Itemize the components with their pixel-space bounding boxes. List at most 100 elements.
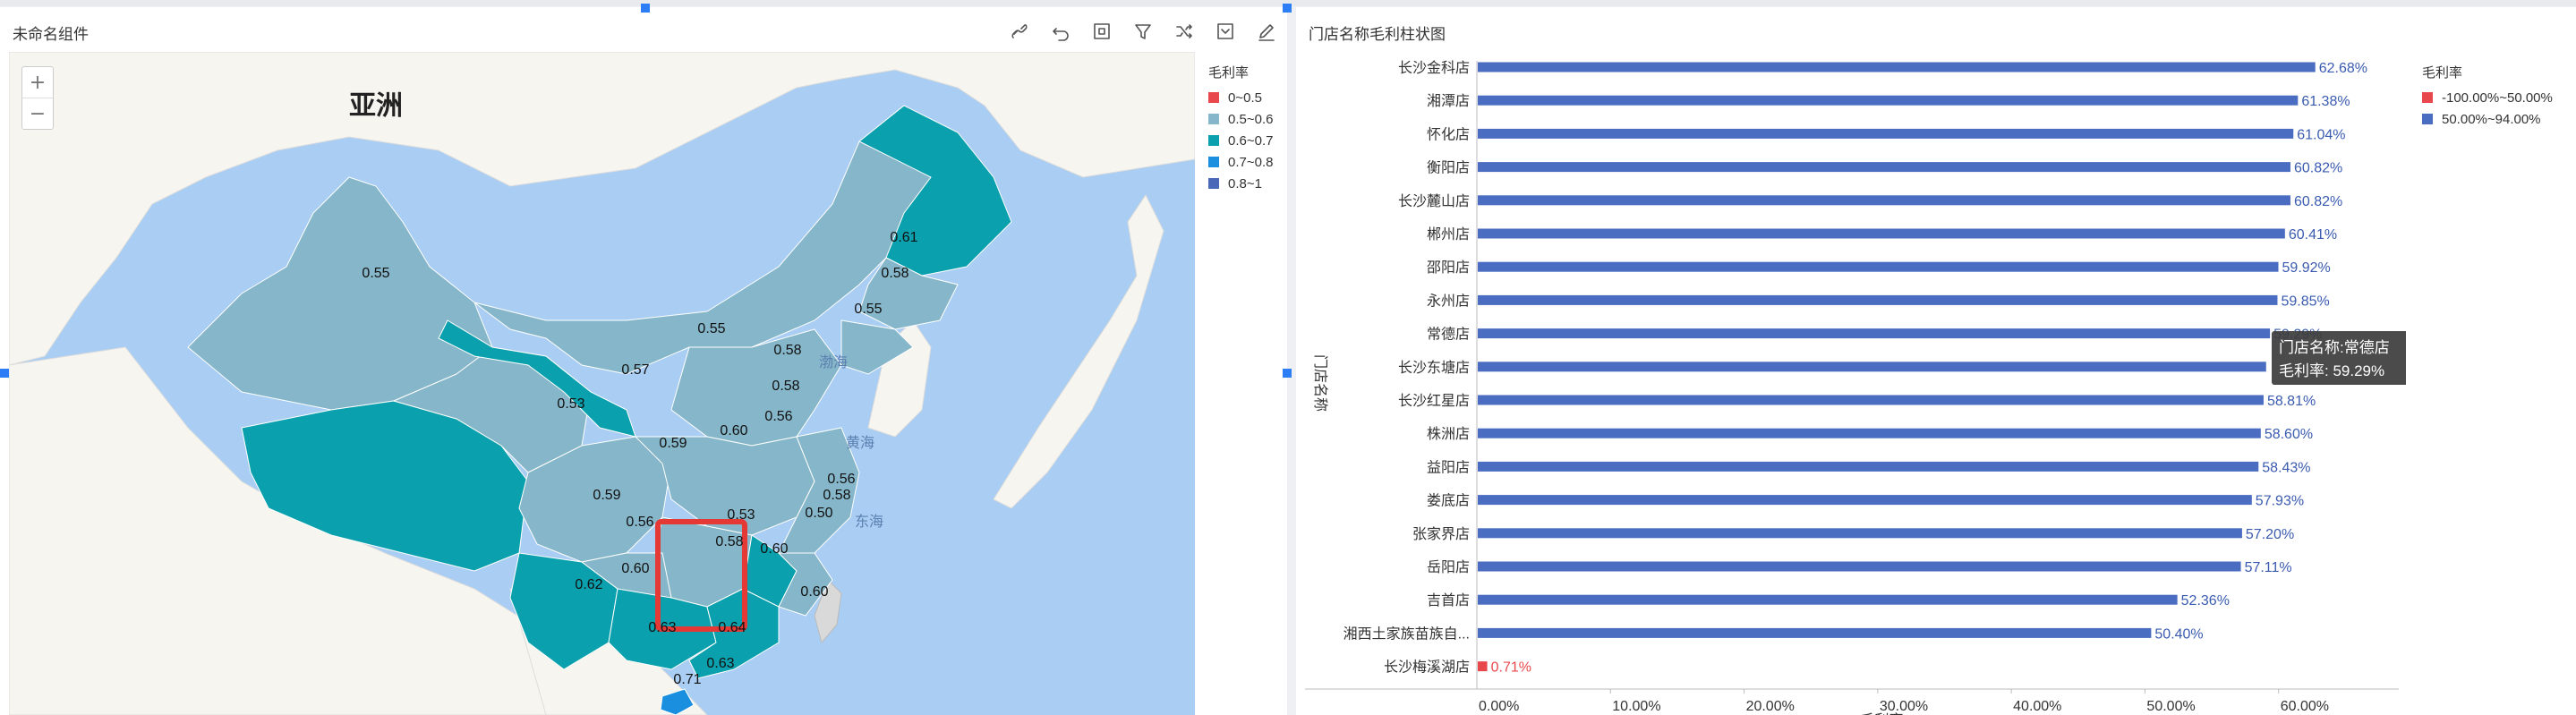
category-label: 吉首店 xyxy=(1427,592,1470,609)
linkage-button[interactable] xyxy=(999,20,1040,43)
bar-legend-item[interactable]: 50.00%~94.00% xyxy=(2422,108,2553,130)
shuffle-button[interactable] xyxy=(1164,20,1205,43)
province-value-label: 0.56 xyxy=(626,515,653,530)
zoom-in-button[interactable]: + xyxy=(22,67,53,98)
province-value-label: 0.55 xyxy=(362,266,389,281)
undo-icon xyxy=(1053,28,1069,41)
fullscreen-icon xyxy=(1094,23,1110,39)
bar-value-label: 61.04% xyxy=(2297,127,2345,142)
bar[interactable] xyxy=(1478,362,2266,372)
bar[interactable] xyxy=(1478,561,2241,572)
province-value-label: 0.62 xyxy=(575,577,602,592)
category-label: 长沙梅溪湖店 xyxy=(1384,660,1470,676)
x-tick-label: 30.00% xyxy=(1880,699,1928,714)
bar[interactable] xyxy=(1478,261,2279,272)
tooltip-line-2: 毛利率: 59.29% xyxy=(2279,362,2384,379)
resize-handle-top-right[interactable] xyxy=(1283,4,1292,13)
land-russia xyxy=(9,52,1195,366)
bar[interactable] xyxy=(1478,95,2299,106)
map-legend-item[interactable]: 0.6~0.7 xyxy=(1208,130,1273,151)
province-value-label: 0.58 xyxy=(823,488,850,503)
bar[interactable] xyxy=(1478,395,2264,405)
linkage-icon xyxy=(1011,24,1028,38)
province-value-label: 0.53 xyxy=(557,396,584,412)
bar[interactable] xyxy=(1478,495,2252,506)
bar-value-label: 50.40% xyxy=(2154,626,2203,642)
tooltip-line-1: 门店名称:常德店 xyxy=(2279,339,2390,356)
bar-value-label: 62.68% xyxy=(2319,61,2367,76)
category-label: 怀化店 xyxy=(1427,126,1470,142)
bar-legend-item[interactable]: -100.00%~50.00% xyxy=(2422,87,2553,108)
legend-swatch xyxy=(2422,92,2433,103)
dropdown-icon xyxy=(1217,23,1233,39)
bar[interactable] xyxy=(1478,128,2294,139)
sea-label: 渤海 xyxy=(819,354,848,370)
map-legend-item[interactable]: 0.5~0.6 xyxy=(1208,108,1273,130)
province-value-label: 0.53 xyxy=(727,507,755,523)
bar-value-label: 58.81% xyxy=(2267,394,2316,409)
legend-swatch xyxy=(1208,178,1219,189)
undo-button[interactable] xyxy=(1040,20,1081,43)
category-label: 长沙麓山店 xyxy=(1398,193,1470,209)
bar-chart-widget[interactable]: 门店名称毛利柱状图 0.00% 10.00% 20.00% 30.00% 40.00% 5… xyxy=(1296,7,2576,715)
province-xinjiang xyxy=(187,176,493,411)
category-label: 张家界店 xyxy=(1412,526,1470,542)
y-axis-title: 门店名称 xyxy=(1312,354,1328,412)
bar-chart[interactable]: 0.00% 10.00% 20.00% 30.00% 40.00% 50.00% 60.00… xyxy=(1296,7,2406,715)
bar[interactable] xyxy=(1478,627,2152,638)
x-tick-label: 10.00% xyxy=(1612,699,1660,714)
bar[interactable] xyxy=(1478,62,2316,72)
china-map[interactable]: 亚洲 渤海黄海东海 0.55 0.61 0.58 0.55 0.55 0.58 0.57 0.… xyxy=(9,52,1195,715)
sea-label: 黄海 xyxy=(846,435,874,451)
province-value-label: 0.61 xyxy=(890,230,917,245)
fullscreen-button[interactable] xyxy=(1081,20,1122,43)
resize-handle-right[interactable] xyxy=(1283,369,1292,378)
x-tick-label: 40.00% xyxy=(2013,699,2061,714)
category-label: 常德店 xyxy=(1427,327,1470,343)
bar[interactable] xyxy=(1478,195,2290,206)
province-value-label: 0.56 xyxy=(764,409,792,424)
zoom-out-button[interactable]: − xyxy=(22,98,53,129)
filter-button[interactable] xyxy=(1122,20,1164,43)
bar[interactable] xyxy=(1478,594,2178,605)
resize-handle-left[interactable] xyxy=(0,369,9,378)
bar-value-label: 60.41% xyxy=(2289,227,2337,243)
category-label: 长沙红星店 xyxy=(1398,393,1470,409)
bar[interactable] xyxy=(1478,294,2278,305)
legend-label: 50.00%~94.00% xyxy=(2442,111,2541,127)
category-label: 长沙金科店 xyxy=(1398,60,1470,76)
map-toolbar xyxy=(999,20,1287,43)
edit-button[interactable] xyxy=(1246,20,1287,43)
province-value-label: 0.58 xyxy=(773,343,801,358)
map-legend-item[interactable]: 0~0.5 xyxy=(1208,87,1273,108)
bar-value-label: 59.85% xyxy=(2281,294,2329,309)
bar[interactable] xyxy=(1478,162,2290,173)
x-tick-label: 60.00% xyxy=(2281,699,2329,714)
bar[interactable] xyxy=(1478,461,2259,472)
bar-legend-title: 毛利率 xyxy=(2422,65,2463,81)
province-value-label: 0.64 xyxy=(718,620,746,635)
bar[interactable] xyxy=(1478,328,2271,339)
legend-swatch xyxy=(1208,92,1219,103)
x-tick-label: 0.00% xyxy=(1479,699,1519,714)
category-label: 衡阳店 xyxy=(1427,160,1470,176)
bar[interactable] xyxy=(1478,228,2285,239)
dropdown-button[interactable] xyxy=(1205,20,1246,43)
map-legend-item[interactable]: 0.8~1 xyxy=(1208,173,1273,194)
legend-swatch xyxy=(1208,157,1219,167)
bar[interactable] xyxy=(1478,428,2261,438)
legend-label: 0.8~1 xyxy=(1228,175,1262,192)
resize-handle-top[interactable] xyxy=(641,4,650,13)
bar[interactable] xyxy=(1478,661,1488,672)
province-value-label: 0.58 xyxy=(715,534,743,549)
province-value-label: 0.58 xyxy=(772,379,799,394)
bar[interactable] xyxy=(1478,528,2242,539)
x-tick-label: 50.00% xyxy=(2146,699,2195,714)
map-widget[interactable]: 未命名组件 亚洲 渤海 黄海 东海 0.55 0.61 0.58 0.55 0.… xyxy=(0,7,1287,715)
province-value-label: 0.55 xyxy=(697,321,725,336)
map-canvas[interactable]: 亚洲 渤海 黄海 东海 0.55 0.61 0.58 0.55 0.55 0.58 0.57 0.… xyxy=(9,52,1195,715)
province-north xyxy=(670,328,842,447)
category-label: 郴州店 xyxy=(1427,226,1470,243)
map-legend-item[interactable]: 0.7~0.8 xyxy=(1208,151,1273,173)
bar-value-label: 0.71% xyxy=(1491,660,1531,676)
